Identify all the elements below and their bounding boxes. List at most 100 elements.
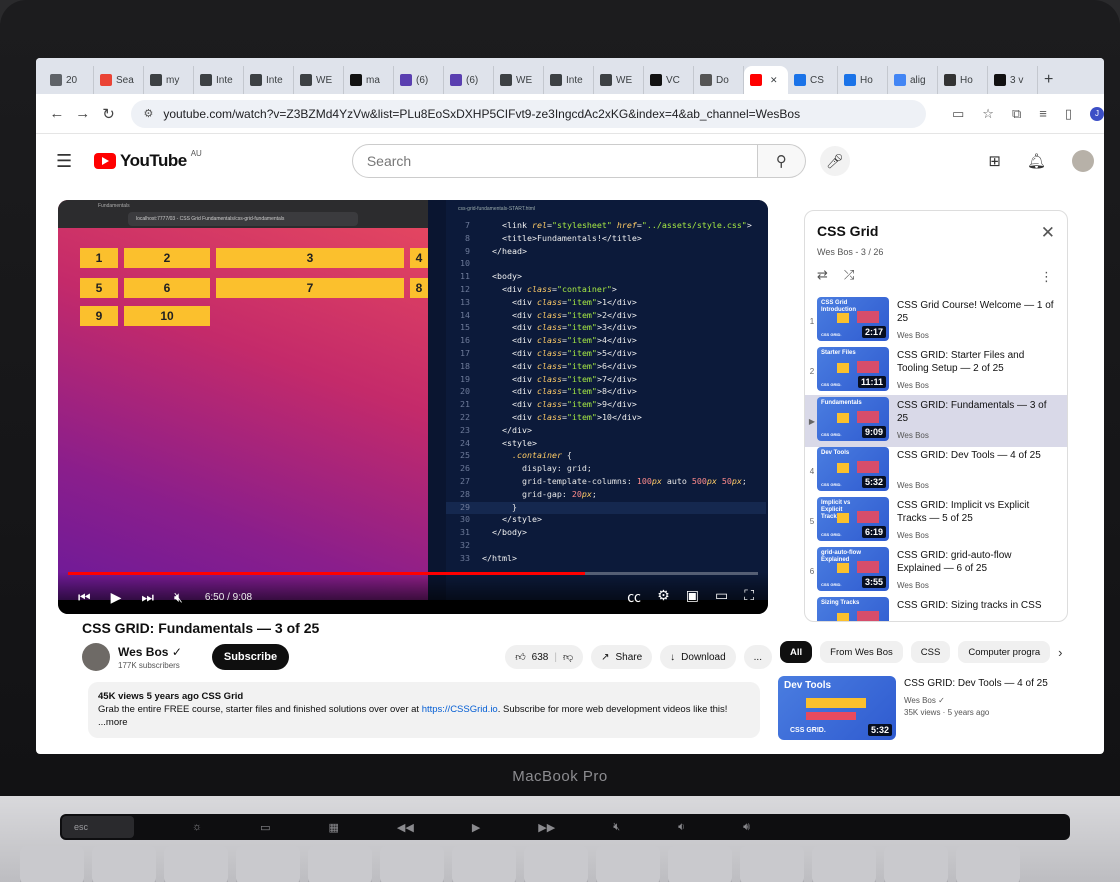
browser-tab[interactable]: (6)	[394, 66, 444, 94]
playlist-thumbnail[interactable]: Fundamentals CSS GRID. 9:09	[817, 397, 889, 441]
key[interactable]	[524, 846, 588, 882]
share-button[interactable]: ↗ Share	[591, 645, 653, 669]
more-actions-button[interactable]: ...	[743, 645, 772, 669]
create-video-icon[interactable]: ⊞	[988, 152, 1001, 170]
captions-icon[interactable]: ㏄	[627, 587, 641, 607]
progress-bar[interactable]	[68, 572, 758, 575]
play-icon[interactable]: ▶	[111, 589, 122, 606]
playlist-item[interactable]: Sizing TracksCSS GRID. CSS GRID: Sizing t…	[805, 595, 1067, 621]
brightness-icon[interactable]: ☼	[192, 821, 202, 833]
rewind-icon[interactable]: ◀◀	[397, 821, 414, 834]
browser-tab[interactable]: my	[144, 66, 194, 94]
key[interactable]	[668, 846, 732, 882]
filter-chip[interactable]: Computer progra	[958, 641, 1051, 663]
key[interactable]	[812, 846, 876, 882]
chevron-right-icon[interactable]: ›	[1058, 645, 1062, 660]
playlist-thumbnail[interactable]: Sizing TracksCSS GRID.	[817, 597, 889, 621]
key[interactable]	[308, 846, 372, 882]
playlist-title[interactable]: CSS Grid	[817, 223, 878, 239]
site-info-icon[interactable]: ⚙	[143, 107, 153, 120]
loop-icon[interactable]: ⇄	[817, 267, 828, 283]
close-tab-icon[interactable]: ✕	[770, 75, 778, 86]
mute-key-icon[interactable]: 🔇︎	[613, 821, 620, 834]
video-player[interactable]: Fundamentals localhost:7777/03 - CSS Gri…	[58, 200, 768, 614]
previous-icon[interactable]: ⏮	[78, 589, 91, 606]
browser-tab[interactable]: Inte	[544, 66, 594, 94]
browser-tab[interactable]: Do	[694, 66, 744, 94]
playlist-thumbnail[interactable]: grid-auto-flow Explained CSS GRID. 3:55	[817, 547, 889, 591]
voice-search-button[interactable]: 🎤︎	[819, 146, 850, 176]
play-pause-icon[interactable]: ▶	[472, 821, 480, 834]
playlist-item[interactable]: 6 grid-auto-flow Explained CSS GRID. 3:55 CS…	[805, 545, 1067, 597]
profile-avatar[interactable]: J	[1089, 106, 1104, 121]
key[interactable]	[20, 846, 84, 882]
key[interactable]	[452, 846, 516, 882]
media-icon[interactable]: ≡	[1039, 106, 1047, 121]
playlist-item[interactable]: 5 Implicit vs Explicit Tracks CSS GRID. 6:1…	[805, 495, 1067, 547]
browser-tab[interactable]: ma	[344, 66, 394, 94]
browser-tab[interactable]: WE	[294, 66, 344, 94]
playlist-thumbnail[interactable]: CSS Grid Introduction CSS GRID. 2:17	[817, 297, 889, 341]
mission-control-icon[interactable]: ▭	[260, 821, 270, 834]
mute-icon[interactable]: 🔇︎	[174, 589, 183, 606]
theater-mode-icon[interactable]: ▭	[715, 587, 728, 607]
browser-tab[interactable]: (6)	[444, 66, 494, 94]
more-link[interactable]: ...more	[98, 716, 750, 729]
reload-icon[interactable]: ↻	[96, 105, 122, 123]
key[interactable]	[740, 846, 804, 882]
recommended-video[interactable]: Dev Tools CSS GRID. 5:32 CSS GRID: Dev T…	[778, 676, 1098, 742]
fullscreen-icon[interactable]: ⛶	[744, 587, 754, 607]
channel-name-wrap[interactable]: Wes Bos ✓	[118, 645, 182, 659]
rec-title[interactable]: CSS GRID: Dev Tools — 4 of 25	[904, 678, 1048, 689]
playlist-item[interactable]: 1 CSS Grid Introduction CSS GRID. 2:17 CSS G…	[805, 295, 1067, 347]
extensions-icon[interactable]: ⧉	[1012, 106, 1021, 122]
browser-tab[interactable]: 20	[44, 66, 94, 94]
browser-tab[interactable]: WE	[594, 66, 644, 94]
side-panel-icon[interactable]: ▯	[1065, 106, 1072, 122]
browser-tab[interactable]: VC	[644, 66, 694, 94]
volume-icon[interactable]: 🔉︎	[678, 821, 685, 834]
volume-up-icon[interactable]: 🔊︎	[743, 821, 750, 834]
playlist-item[interactable]: 2 Starter Files CSS GRID. 11:11 CSS GRID: St…	[805, 345, 1067, 397]
key[interactable]	[236, 846, 300, 882]
browser-tab[interactable]: Sea	[94, 66, 144, 94]
browser-tab[interactable]: 3 v	[988, 66, 1038, 94]
browser-tab[interactable]: Ho	[838, 66, 888, 94]
browser-tab[interactable]: Ho	[938, 66, 988, 94]
bookmark-star-icon[interactable]: ☆	[982, 106, 994, 122]
forward-icon[interactable]: →	[70, 105, 96, 122]
account-avatar[interactable]	[1072, 150, 1094, 172]
rec-channel[interactable]: Wes Bos ✓	[904, 696, 945, 705]
recommended-thumbnail[interactable]: Dev Tools CSS GRID. 5:32	[778, 676, 896, 740]
next-icon[interactable]: ⏭	[141, 589, 154, 606]
youtube-logo[interactable]: YouTube AU	[94, 149, 202, 171]
subscribe-button[interactable]: Subscribe	[211, 644, 290, 670]
playlist-thumbnail[interactable]: Implicit vs Explicit Tracks CSS GRID. 6:19	[817, 497, 889, 541]
playlist-thumbnail[interactable]: Dev Tools CSS GRID. 5:32	[817, 447, 889, 491]
browser-tab[interactable]: ✕	[744, 66, 788, 94]
filter-chip[interactable]: CSS	[910, 641, 951, 663]
playlist-item[interactable]: 4 Dev Tools CSS GRID. 5:32 CSS GRID: Dev Too…	[805, 445, 1067, 497]
settings-gear-icon[interactable]: ⚙	[657, 587, 670, 607]
filter-chip[interactable]: All	[780, 641, 813, 663]
browser-tab[interactable]: alig	[888, 66, 938, 94]
key[interactable]	[380, 846, 444, 882]
new-tab-icon[interactable]: +	[1044, 66, 1053, 94]
browser-tab[interactable]: CS	[788, 66, 838, 94]
search-button[interactable]: ⚲	[757, 144, 806, 178]
launchpad-icon[interactable]: ▦	[329, 821, 339, 834]
thumbs-down-icon[interactable]: 👎︎	[563, 651, 573, 663]
playlist-item[interactable]: ▶ Fundamentals CSS GRID. 9:09 CSS GRID: Fund…	[805, 395, 1067, 447]
back-icon[interactable]: ←	[44, 105, 70, 122]
playlist-thumbnail[interactable]: Starter Files CSS GRID. 11:11	[817, 347, 889, 391]
notifications-bell-icon[interactable]: 🔔︎	[1027, 152, 1046, 170]
browser-tab[interactable]: Inte	[244, 66, 294, 94]
shuffle-icon[interactable]: ⤮	[844, 267, 854, 283]
browser-tab[interactable]: Inte	[194, 66, 244, 94]
more-vert-icon[interactable]: ⋮	[1040, 269, 1053, 285]
key[interactable]	[92, 846, 156, 882]
url-field[interactable]: ⚙ youtube.com/watch?v=Z3BZMd4YzVw&list=P…	[131, 99, 926, 128]
search-input[interactable]: Search	[351, 144, 758, 178]
channel-avatar[interactable]	[82, 643, 110, 671]
key[interactable]	[884, 846, 948, 882]
